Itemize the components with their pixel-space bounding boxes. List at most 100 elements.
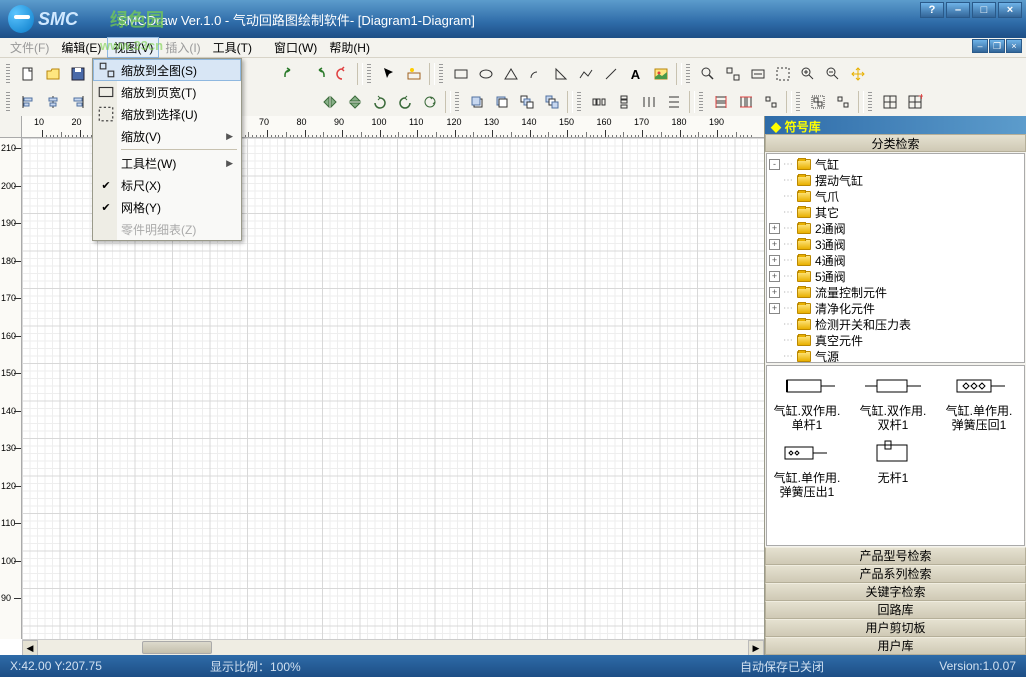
tree-item[interactable]: ⋯其它 <box>769 204 1022 220</box>
undo-icon[interactable] <box>280 63 303 85</box>
tree-item[interactable]: -⋯气缸 <box>769 156 1022 172</box>
dd-ruler[interactable]: ✔标尺(X) <box>93 174 241 196</box>
image-icon[interactable] <box>649 63 672 85</box>
redo-icon[interactable] <box>305 63 328 85</box>
triangle-icon[interactable] <box>499 63 522 85</box>
minimize-button[interactable]: – <box>946 2 970 18</box>
preview-item[interactable]: 无杆1 <box>857 437 929 500</box>
zoom-plus-icon[interactable] <box>796 63 819 85</box>
line-icon[interactable] <box>599 63 622 85</box>
btn-circuit-lib[interactable]: 回路库 <box>765 601 1026 619</box>
ellipse-icon[interactable] <box>474 63 497 85</box>
save-icon[interactable] <box>66 63 89 85</box>
flip-h-icon[interactable] <box>318 91 341 113</box>
help-button[interactable]: ? <box>920 2 944 18</box>
btn-series-search[interactable]: 产品系列检索 <box>765 565 1026 583</box>
same-size-icon[interactable] <box>759 91 782 113</box>
check-icon: ✔ <box>97 198 115 216</box>
pointer-icon[interactable] <box>377 63 400 85</box>
ruler-vertical: 21020019018017016015014013012011010090 <box>0 138 22 639</box>
category-tree[interactable]: -⋯气缸⋯摆动气缸⋯气爪⋯其它+⋯2通阀+⋯3通阀+⋯4通阀+⋯5通阀+⋯流量控… <box>766 153 1025 363</box>
bring-forward-icon[interactable] <box>515 91 538 113</box>
same-height-icon[interactable] <box>734 91 757 113</box>
maximize-button[interactable]: □ <box>972 2 996 18</box>
menu-help[interactable]: 帮助(H) <box>323 37 376 58</box>
preview-item[interactable]: 气缸.双作用.双杆1 <box>857 370 929 433</box>
tree-item[interactable]: ⋯气源 <box>769 348 1022 363</box>
mdi-restore[interactable]: ❐ <box>989 39 1005 53</box>
open-file-icon[interactable] <box>41 63 64 85</box>
group-icon[interactable] <box>806 91 829 113</box>
zoom-fit-icon[interactable] <box>721 63 744 85</box>
btn-model-search[interactable]: 产品型号检索 <box>765 547 1026 565</box>
tree-item[interactable]: +⋯清净化元件 <box>769 300 1022 316</box>
dd-zoom-width[interactable]: 缩放到页宽(T) <box>93 81 241 103</box>
zoom-minus-icon[interactable] <box>821 63 844 85</box>
flip-v-icon[interactable] <box>343 91 366 113</box>
rotate-free-icon[interactable] <box>418 91 441 113</box>
insert-icon[interactable] <box>402 63 425 85</box>
tree-item[interactable]: +⋯3通阀 <box>769 236 1022 252</box>
preview-item[interactable]: 气缸.单作用.弹簧压回1 <box>943 370 1015 433</box>
align-right-icon[interactable] <box>66 91 89 113</box>
grid4-icon[interactable] <box>878 91 901 113</box>
menu-window[interactable]: 窗口(W) <box>268 37 323 58</box>
pan-icon[interactable] <box>846 63 869 85</box>
section-category[interactable]: 分类检索 <box>765 134 1026 152</box>
refresh-icon[interactable] <box>330 63 353 85</box>
zoom-width-icon[interactable] <box>746 63 769 85</box>
btn-user-lib[interactable]: 用户库 <box>765 637 1026 655</box>
arc-icon[interactable] <box>524 63 547 85</box>
right-triangle-icon[interactable] <box>549 63 572 85</box>
zoom-in-icon[interactable] <box>696 63 719 85</box>
toolbar-grip[interactable] <box>6 64 10 84</box>
tree-item[interactable]: +⋯流量控制元件 <box>769 284 1022 300</box>
scroll-left-icon[interactable]: ◀ <box>22 640 38 656</box>
close-button[interactable]: × <box>998 2 1022 18</box>
menu-tools[interactable]: 工具(T) <box>207 37 258 58</box>
scroll-thumb[interactable] <box>142 641 212 654</box>
dist-vg-icon[interactable] <box>662 91 685 113</box>
tree-item[interactable]: +⋯2通阀 <box>769 220 1022 236</box>
preview-item[interactable]: 气缸.单作用.弹簧压出1 <box>771 437 843 500</box>
polyline-icon[interactable] <box>574 63 597 85</box>
send-back-icon[interactable] <box>490 91 513 113</box>
new-file-icon[interactable] <box>16 63 39 85</box>
grid-plus-icon[interactable]: + <box>903 91 926 113</box>
menu-insert[interactable]: 插入(I) <box>159 37 206 58</box>
dd-zoom-select[interactable]: 缩放到选择(U) <box>93 103 241 125</box>
dist-hg-icon[interactable] <box>637 91 660 113</box>
svg-text:+: + <box>918 94 923 103</box>
dd-grid[interactable]: ✔网格(Y) <box>93 196 241 218</box>
preview-item[interactable]: 气缸.双作用.单杆1 <box>771 370 843 433</box>
align-left-icon[interactable] <box>16 91 39 113</box>
btn-clipboard[interactable]: 用户剪切板 <box>765 619 1026 637</box>
rotate-left-icon[interactable] <box>368 91 391 113</box>
dist-h-icon[interactable] <box>587 91 610 113</box>
tree-item[interactable]: ⋯摆动气缸 <box>769 172 1022 188</box>
tree-item[interactable]: +⋯4通阀 <box>769 252 1022 268</box>
tree-item[interactable]: ⋯检测开关和压力表 <box>769 316 1022 332</box>
dd-zoom[interactable]: 缩放(V)▶ <box>93 125 241 147</box>
bring-front-icon[interactable] <box>465 91 488 113</box>
scroll-right-icon[interactable]: ▶ <box>748 640 764 656</box>
dist-v-icon[interactable] <box>612 91 635 113</box>
text-icon[interactable]: A <box>624 63 647 85</box>
tree-item[interactable]: ⋯气爪 <box>769 188 1022 204</box>
mdi-minimize[interactable]: – <box>972 39 988 53</box>
dd-zoom-fit[interactable]: 缩放到全图(S) <box>93 59 241 81</box>
btn-keyword-search[interactable]: 关键字检索 <box>765 583 1026 601</box>
rect-icon[interactable] <box>449 63 472 85</box>
menu-file[interactable]: 文件(F) <box>4 37 55 58</box>
rotate-right-icon[interactable] <box>393 91 416 113</box>
send-backward-icon[interactable] <box>540 91 563 113</box>
same-width-icon[interactable] <box>709 91 732 113</box>
tree-item[interactable]: ⋯真空元件 <box>769 332 1022 348</box>
dd-toolbar[interactable]: 工具栏(W)▶ <box>93 152 241 174</box>
zoom-sel-icon[interactable] <box>771 63 794 85</box>
mdi-close[interactable]: × <box>1006 39 1022 53</box>
ungroup-icon[interactable] <box>831 91 854 113</box>
tree-item[interactable]: +⋯5通阀 <box>769 268 1022 284</box>
h-scrollbar[interactable]: ◀ ▶ <box>22 639 764 655</box>
align-center-h-icon[interactable] <box>41 91 64 113</box>
